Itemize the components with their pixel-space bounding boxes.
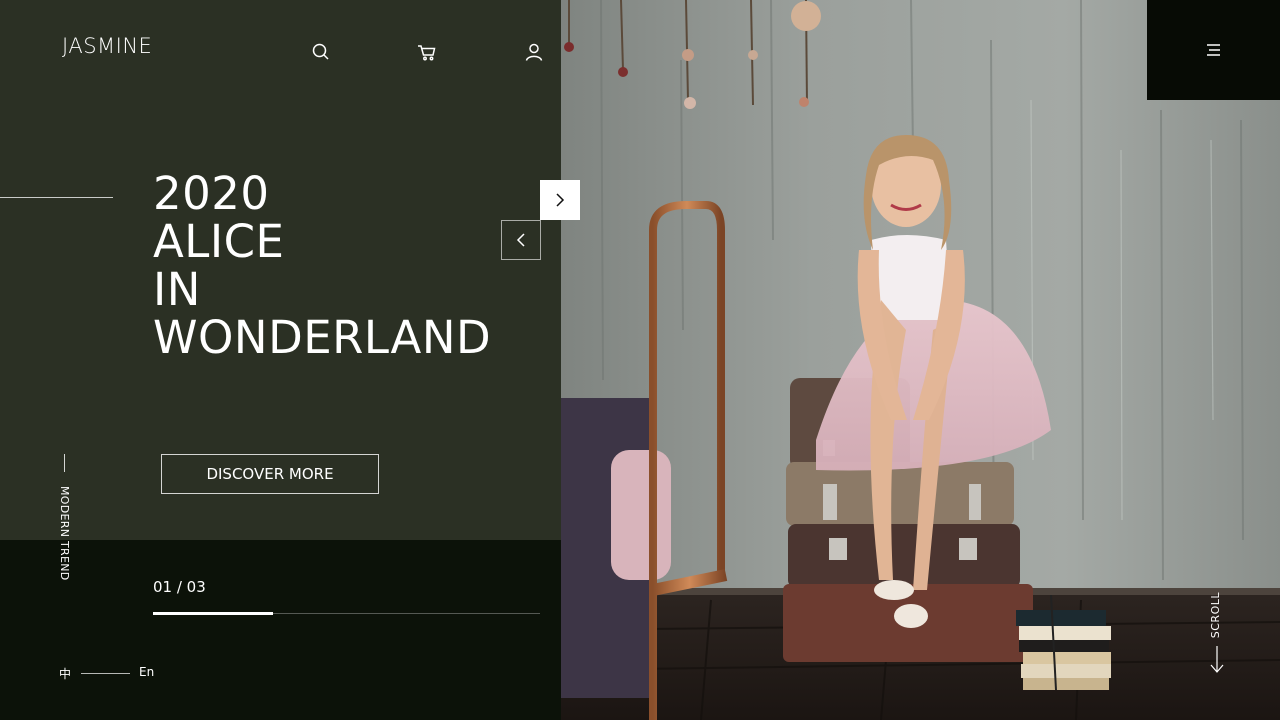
hero-title-line: ALICE [153, 215, 285, 268]
slider-panel [0, 540, 561, 720]
next-slide-button[interactable] [540, 180, 580, 220]
cart-icon[interactable] [417, 42, 437, 62]
slide-counter: 01 / 03 [153, 578, 206, 596]
language-zh[interactable]: 中 [59, 665, 71, 682]
menu-button[interactable] [1147, 0, 1280, 100]
hero-title-line: IN [153, 263, 201, 316]
hero-title: 2020 ALICE IN WONDERLAND [153, 170, 491, 362]
prev-slide-button[interactable] [501, 220, 541, 260]
title-accent-line [0, 197, 113, 198]
menu-icon [1206, 44, 1220, 56]
language-en[interactable]: En [139, 665, 154, 679]
chevron-left-icon [516, 233, 525, 247]
hero-title-line: WONDERLAND [153, 311, 492, 364]
hero-title-line: 2020 [153, 167, 270, 220]
brand-logo[interactable]: JASMINE [62, 34, 152, 58]
user-icon[interactable] [524, 42, 544, 62]
search-icon[interactable] [311, 42, 331, 62]
side-label-line [64, 454, 65, 472]
chevron-right-icon [556, 193, 565, 207]
scroll-down-icon[interactable] [1209, 646, 1225, 674]
hero-photo [561, 0, 1280, 720]
scroll-label: SCROLL [1209, 592, 1222, 639]
hero-photo-illustration [561, 0, 1280, 720]
slide-progress-track [153, 612, 540, 615]
side-label: MODERN TREND [58, 486, 71, 581]
discover-more-button[interactable]: DISCOVER MORE [161, 454, 379, 494]
slide-progress-fill [153, 612, 273, 615]
language-divider [81, 673, 130, 674]
